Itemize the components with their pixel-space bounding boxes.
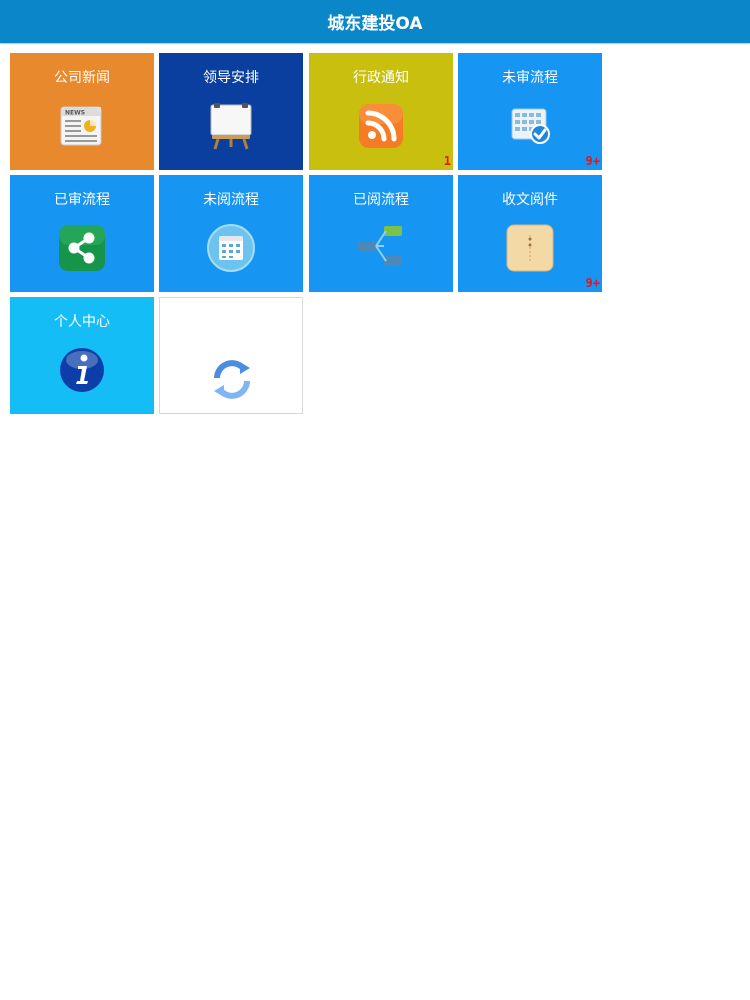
tile-admin-notice[interactable]: 行政通知 1 bbox=[309, 53, 453, 170]
tile-label: 未阅流程 bbox=[203, 192, 259, 208]
tile-label: 未审流程 bbox=[502, 70, 558, 86]
tile-pending-review-process[interactable]: 未审流程 9+ bbox=[458, 53, 602, 170]
tile-company-news[interactable]: 公司新闻 NEWS bbox=[10, 53, 154, 170]
tile-label: 收文阅件 bbox=[502, 192, 558, 208]
app-header: 城东建投OA bbox=[0, 0, 750, 43]
tile-leader-schedule[interactable]: 领导安排 bbox=[159, 53, 303, 170]
tile-reviewed-process[interactable]: 已审流程 bbox=[10, 175, 154, 292]
flowchart-icon bbox=[356, 223, 406, 273]
share-icon bbox=[57, 223, 107, 273]
newspaper-icon: NEWS bbox=[57, 101, 107, 151]
tile-label: 公司新闻 bbox=[54, 70, 110, 86]
tile-badge: 1 bbox=[443, 154, 451, 168]
tile-personal-center[interactable]: 个人中心 bbox=[10, 297, 154, 414]
refresh-icon bbox=[207, 354, 257, 404]
svg-text:NEWS: NEWS bbox=[65, 110, 85, 117]
easel-board-icon bbox=[206, 101, 256, 151]
tile-label: 个人中心 bbox=[54, 314, 110, 330]
calendar-check-icon bbox=[505, 101, 555, 151]
tile-unread-process[interactable]: 未阅流程 bbox=[159, 175, 303, 292]
rss-feed-icon bbox=[356, 101, 406, 151]
tile-label: 已阅流程 bbox=[353, 192, 409, 208]
tile-badge: 9+ bbox=[585, 154, 600, 168]
tile-badge: 9+ bbox=[585, 276, 600, 290]
calendar-icon bbox=[206, 223, 256, 273]
tile-label: 行政通知 bbox=[353, 70, 409, 86]
info-icon bbox=[57, 345, 107, 395]
envelope-icon bbox=[505, 223, 555, 273]
app-title: 城东建投OA bbox=[327, 14, 423, 34]
tile-label: 领导安排 bbox=[203, 70, 259, 86]
tile-incoming-documents[interactable]: 收文阅件 9+ bbox=[458, 175, 602, 292]
tile-read-process[interactable]: 已阅流程 bbox=[309, 175, 453, 292]
tile-refresh[interactable] bbox=[159, 297, 303, 414]
tile-label: 已审流程 bbox=[54, 192, 110, 208]
